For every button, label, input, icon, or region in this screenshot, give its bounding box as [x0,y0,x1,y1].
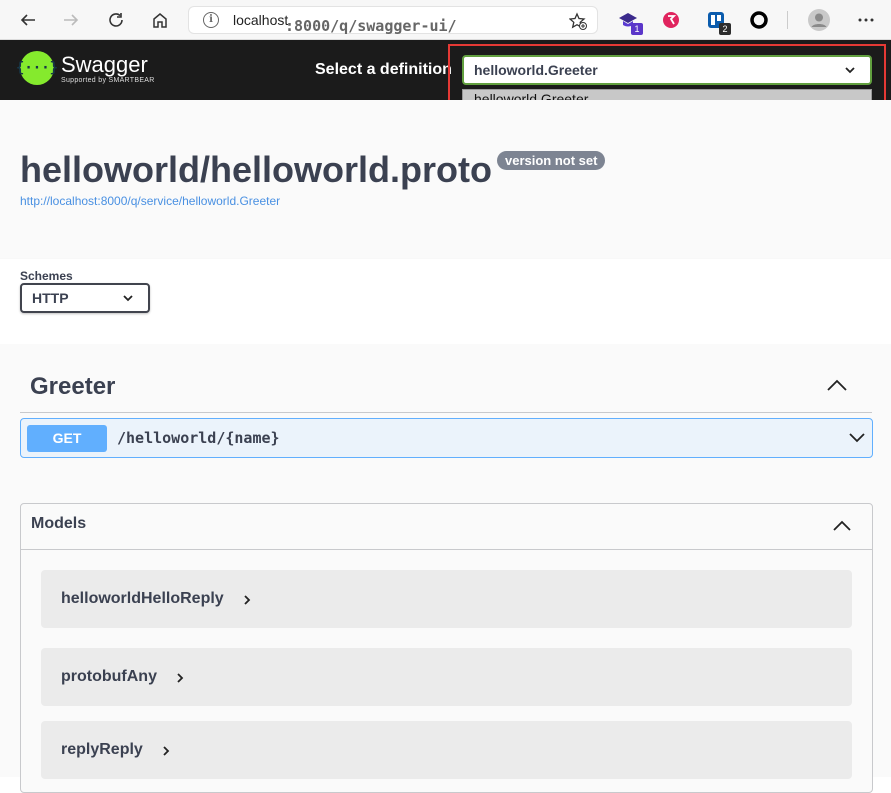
extension-trello-icon[interactable]: 2 [706,10,731,35]
chevron-right-icon [163,746,170,756]
chevron-up-icon[interactable] [832,518,852,532]
models-title[interactable]: Models [31,515,86,533]
schemes-selected-value: HTTP [32,290,69,306]
swagger-braces-icon: {···} [16,51,58,85]
extension-circle-icon[interactable] [749,10,769,30]
chevron-down-icon[interactable] [848,431,866,445]
schemes-label: Schemes [20,269,73,283]
url-text: localhost:8000/q/swagger-ui/ [233,12,457,35]
base-url-link[interactable]: http://localhost:8000/q/service/hellowor… [20,194,280,208]
http-method-badge: GET [27,425,107,452]
api-title: helloworld/helloworld.proto [20,149,492,190]
profile-avatar-icon[interactable] [808,9,830,31]
chevron-right-icon [244,595,251,605]
extension-badge: 2 [719,23,731,35]
model-item[interactable]: replyReply [41,721,852,779]
models-divider [21,549,872,550]
home-icon[interactable] [147,7,173,33]
definition-label: Select a definition [315,61,452,78]
refresh-icon[interactable] [103,7,129,33]
site-info-icon[interactable]: i [203,12,219,28]
model-name: protobufAny [61,668,157,685]
toolbar-divider [787,11,788,29]
model-item[interactable]: protobufAny [41,648,852,706]
chevron-right-icon [177,673,184,683]
address-bar[interactable]: i localhost:8000/q/swagger-ui/ [188,6,598,35]
operation-block[interactable]: GET /helloworld/{name} [20,418,873,458]
extension-badge: 1 [631,23,643,35]
logo-name: Swagger [61,51,148,77]
version-badge: version not set [497,151,606,170]
chevron-down-icon [123,295,133,302]
swagger-logo[interactable]: {···} Swagger Supported by SMARTBEAR [16,51,155,85]
back-arrow-icon[interactable] [15,7,41,33]
forward-arrow-icon[interactable] [58,7,84,33]
tag-title[interactable]: Greeter [30,373,115,401]
extension-red-icon[interactable] [661,10,681,30]
chevron-up-icon[interactable] [826,377,848,393]
logo-subtitle: Supported by SMARTBEAR [61,76,155,84]
tag-divider [20,412,872,413]
model-name: helloworldHelloReply [61,590,224,607]
add-favorite-icon[interactable] [569,12,587,30]
extension-graduation-icon[interactable]: 1 [618,10,643,35]
operation-path: /helloworld/{name} [117,429,280,447]
model-item[interactable]: helloworldHelloReply [41,570,852,628]
model-name: replyReply [61,741,143,758]
schemes-select[interactable]: HTTP [20,283,150,313]
browser-toolbar: i localhost:8000/q/swagger-ui/ 1 2 [0,0,891,40]
more-menu-icon[interactable] [856,10,876,30]
